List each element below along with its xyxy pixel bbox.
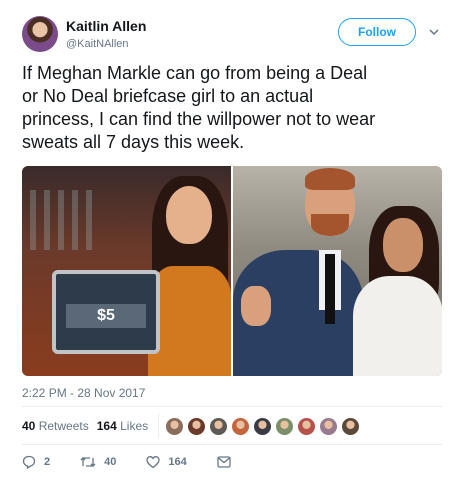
liker-avatar[interactable] [341, 416, 361, 436]
tweet-text: If Meghan Markle can go from being a Dea… [22, 62, 446, 154]
tweet-stats: 40 Retweets 164 Likes [22, 414, 442, 438]
liker-avatar[interactable] [319, 416, 339, 436]
tweet-text-line: princess, I can find the willpower not t… [22, 109, 376, 129]
liker-avatar[interactable] [275, 416, 295, 436]
tweet-text-line: If Meghan Markle can go from being a Dea… [22, 63, 368, 83]
like-icon [146, 456, 161, 469]
liker-avatar[interactable] [209, 416, 229, 436]
divider [158, 414, 160, 438]
tweet-header: Kaitlin Allen @KaitNAllen Follow [22, 14, 446, 58]
retweet-count: 40 [104, 456, 117, 468]
tweet-media: $5 [22, 166, 442, 376]
divider [22, 406, 442, 407]
avatar[interactable] [22, 16, 58, 52]
likes-stat[interactable]: 164 Likes [97, 419, 148, 433]
briefcase-label: $5 [66, 304, 146, 328]
retweets-stat[interactable]: 40 Retweets [22, 419, 89, 433]
tweet-text-line: or No Deal briefcase girl to an actual [22, 86, 314, 106]
direct-message-button[interactable] [217, 456, 239, 468]
retweet-icon [80, 457, 96, 467]
chevron-down-icon[interactable] [428, 26, 440, 38]
media-image-briefcase[interactable]: $5 [22, 166, 231, 376]
like-button[interactable]: 164 [146, 455, 187, 469]
stage-lights [30, 190, 100, 250]
liker-avatar[interactable] [187, 416, 207, 436]
likes-count: 164 [96, 419, 117, 433]
display-name[interactable]: Kaitlin Allen [66, 18, 146, 34]
user-handle[interactable]: @KaitNAllen [66, 38, 129, 50]
message-icon [217, 456, 231, 468]
like-count: 164 [168, 456, 187, 468]
reply-count: 2 [44, 456, 51, 468]
retweets-count: 40 [22, 419, 36, 433]
follow-button[interactable]: Follow [338, 18, 416, 46]
liker-avatars [165, 416, 363, 436]
liker-avatar[interactable] [165, 416, 185, 436]
tweet-actions: 2 40 164 [22, 452, 322, 472]
reply-button[interactable]: 2 [22, 455, 50, 469]
liker-avatar[interactable] [231, 416, 251, 436]
retweet-button[interactable]: 40 [80, 455, 116, 469]
likes-label: Likes [120, 419, 149, 433]
media-image-couple[interactable] [233, 166, 442, 376]
reply-icon [22, 455, 36, 469]
tweet-text-line: sweats all 7 days this week. [22, 132, 245, 152]
briefcase: $5 [52, 270, 160, 354]
retweets-label: Retweets [38, 419, 89, 433]
tweet-timestamp[interactable]: 2:22 PM - 28 Nov 2017 [22, 386, 145, 400]
waving-hand [241, 286, 271, 326]
liker-avatar[interactable] [297, 416, 317, 436]
divider [22, 444, 442, 445]
liker-avatar[interactable] [253, 416, 273, 436]
